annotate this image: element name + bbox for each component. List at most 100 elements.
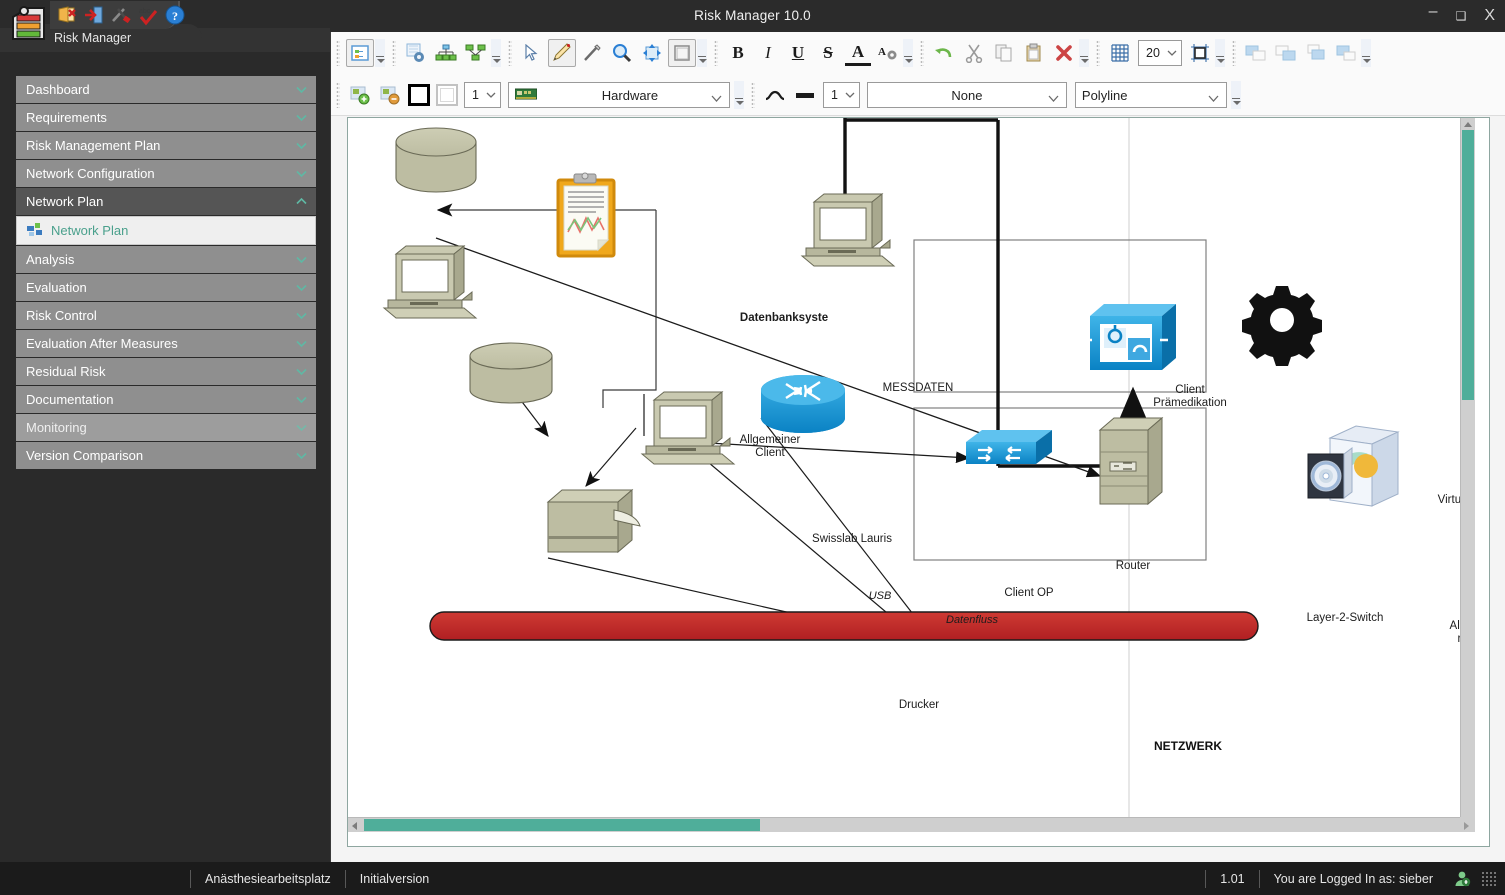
canvas-vertical-scrollbar[interactable] xyxy=(1460,118,1475,832)
sidebar-item-network-plan[interactable]: Network Plan xyxy=(16,188,316,215)
node-pdms-icudata xyxy=(1308,426,1398,506)
arrow-weight-input[interactable]: 1 xyxy=(823,82,860,108)
horizontal-scroll-thumb[interactable] xyxy=(364,819,760,831)
send-backward-button[interactable] xyxy=(1332,39,1360,67)
node-label-swisslab-lauris: Swisslab Lauris xyxy=(804,533,900,546)
user-status-icon[interactable] xyxy=(1453,870,1471,888)
close-document-icon[interactable] xyxy=(56,4,78,26)
undo-button[interactable] xyxy=(930,39,958,67)
font-settings-button[interactable]: A xyxy=(874,39,902,67)
move-tool-button[interactable] xyxy=(638,39,666,67)
connector-type-value: Polyline xyxy=(1082,88,1220,103)
paste-button[interactable] xyxy=(1020,39,1048,67)
toolbar-grip[interactable] xyxy=(1232,40,1236,66)
pencil-tool-button[interactable] xyxy=(548,39,576,67)
hardware-card-icon xyxy=(515,87,537,104)
zoom-tool-button[interactable] xyxy=(608,39,636,67)
maximize-button[interactable]: ❑ xyxy=(1456,10,1467,22)
network-tree-button[interactable] xyxy=(462,39,490,67)
spellcheck-icon[interactable]: abc xyxy=(137,4,159,26)
sidebar-item-evaluation[interactable]: Evaluation xyxy=(16,274,316,301)
sidebar-item-dashboard[interactable]: Dashboard xyxy=(16,76,316,103)
italic-button[interactable]: I xyxy=(755,40,781,66)
exit-icon[interactable] xyxy=(83,4,105,26)
strikethrough-button[interactable]: S xyxy=(815,40,841,66)
toolbar-grip[interactable] xyxy=(336,82,340,108)
app-logo-icon xyxy=(8,3,50,45)
sidebar-item-requirements[interactable]: Requirements xyxy=(16,104,316,131)
toolbar-overflow-7[interactable] xyxy=(1361,39,1371,67)
grid-size-input[interactable]: 20 xyxy=(1138,40,1182,66)
snap-to-grid-button[interactable] xyxy=(1186,39,1214,67)
toolbar-overflow-4[interactable] xyxy=(903,39,913,67)
toolbar-overflow-2[interactable] xyxy=(491,39,501,67)
line-weight-input[interactable]: 1 xyxy=(464,82,501,108)
font-color-button[interactable]: A xyxy=(845,40,871,66)
chevron-down-icon xyxy=(1048,91,1059,106)
help-icon[interactable]: ? xyxy=(164,4,186,26)
arrow-style-combo[interactable]: None xyxy=(867,82,1067,108)
delete-button[interactable] xyxy=(1050,39,1078,67)
tools-icon[interactable] xyxy=(110,4,132,26)
org-chart-button[interactable] xyxy=(432,39,460,67)
scroll-left-arrow-icon[interactable] xyxy=(352,822,357,830)
node-client-praemedikation xyxy=(802,194,894,266)
toolbar-grip[interactable] xyxy=(1096,40,1100,66)
toolbar-overflow-1[interactable] xyxy=(375,39,385,67)
minimize-button[interactable]: – xyxy=(1429,4,1438,20)
chevron-down-icon xyxy=(296,282,307,293)
remove-shape-button[interactable] xyxy=(376,81,404,109)
add-shape-button[interactable] xyxy=(346,81,374,109)
toolbar-grip[interactable] xyxy=(714,40,718,66)
bold-button[interactable]: B xyxy=(725,40,751,66)
toolbar-grip[interactable] xyxy=(508,40,512,66)
copy-button[interactable] xyxy=(990,39,1018,67)
toolbar-grip[interactable] xyxy=(751,82,755,108)
connector-type-combo[interactable]: Polyline xyxy=(1075,82,1227,108)
sidebar-item-residual-risk[interactable]: Residual Risk xyxy=(16,358,316,385)
fill-color-swatch[interactable] xyxy=(408,84,430,106)
toolbar-overflow-8[interactable] xyxy=(734,81,744,109)
sidebar-item-monitoring[interactable]: Monitoring xyxy=(16,414,316,441)
sidebar-subitem-network-plan[interactable]: Network Plan xyxy=(16,216,316,245)
frame-tool-button[interactable] xyxy=(668,39,696,67)
outline-color-swatch[interactable] xyxy=(436,84,458,106)
sidebar-item-analysis[interactable]: Analysis xyxy=(16,246,316,273)
sidebar-item-network-configuration[interactable]: Network Configuration xyxy=(16,160,316,187)
bring-forward-button[interactable] xyxy=(1302,39,1330,67)
shape-library-combo[interactable]: Hardware xyxy=(508,82,730,108)
toolbar-overflow-6[interactable] xyxy=(1215,39,1225,67)
sidebar-item-version-comparison[interactable]: Version Comparison xyxy=(16,442,316,469)
close-button[interactable]: X xyxy=(1484,8,1495,24)
toolbar-grip[interactable] xyxy=(336,40,340,66)
grid-icon[interactable] xyxy=(1106,39,1134,67)
send-to-back-button[interactable] xyxy=(1272,39,1300,67)
bring-to-front-button[interactable] xyxy=(1242,39,1270,67)
underline-button[interactable]: U xyxy=(785,40,811,66)
toolbar-overflow-3[interactable] xyxy=(697,39,707,67)
resize-grip-icon[interactable] xyxy=(1481,871,1497,887)
pointer-tool-button[interactable] xyxy=(518,39,546,67)
toolbar-grip[interactable] xyxy=(920,40,924,66)
view-properties-button[interactable] xyxy=(346,39,374,67)
cut-button[interactable] xyxy=(960,39,988,67)
sidebar-item-risk-control[interactable]: Risk Control xyxy=(16,302,316,329)
canvas-horizontal-scrollbar[interactable] xyxy=(348,817,1475,832)
curve-icon[interactable] xyxy=(761,81,789,109)
sidebar-item-documentation[interactable]: Documentation xyxy=(16,386,316,413)
sidebar-item-risk-management-plan[interactable]: Risk Management Plan xyxy=(16,132,316,159)
toolbar-overflow-9[interactable] xyxy=(1231,81,1241,109)
scroll-up-arrow-icon[interactable] xyxy=(1464,122,1472,127)
sidebar-item-label: Monitoring xyxy=(26,420,87,435)
solid-line-icon[interactable] xyxy=(791,81,819,109)
sidebar-item-label: Network Plan xyxy=(26,194,103,209)
sidebar-item-evaluation-after-measures[interactable]: Evaluation After Measures xyxy=(16,330,316,357)
diagram-canvas[interactable]: Datenbanksyste MESSDATEN Allgemeiner Cli… xyxy=(348,118,1475,832)
vertical-scroll-thumb[interactable] xyxy=(1462,130,1474,400)
shape-library-value: Hardware xyxy=(537,88,723,103)
node-datenbanksystem xyxy=(396,128,476,192)
settings-grid-button[interactable] xyxy=(402,39,430,67)
toolbar-grip[interactable] xyxy=(392,40,396,66)
toolbar-overflow-5[interactable] xyxy=(1079,39,1089,67)
line-tool-button[interactable] xyxy=(578,39,606,67)
